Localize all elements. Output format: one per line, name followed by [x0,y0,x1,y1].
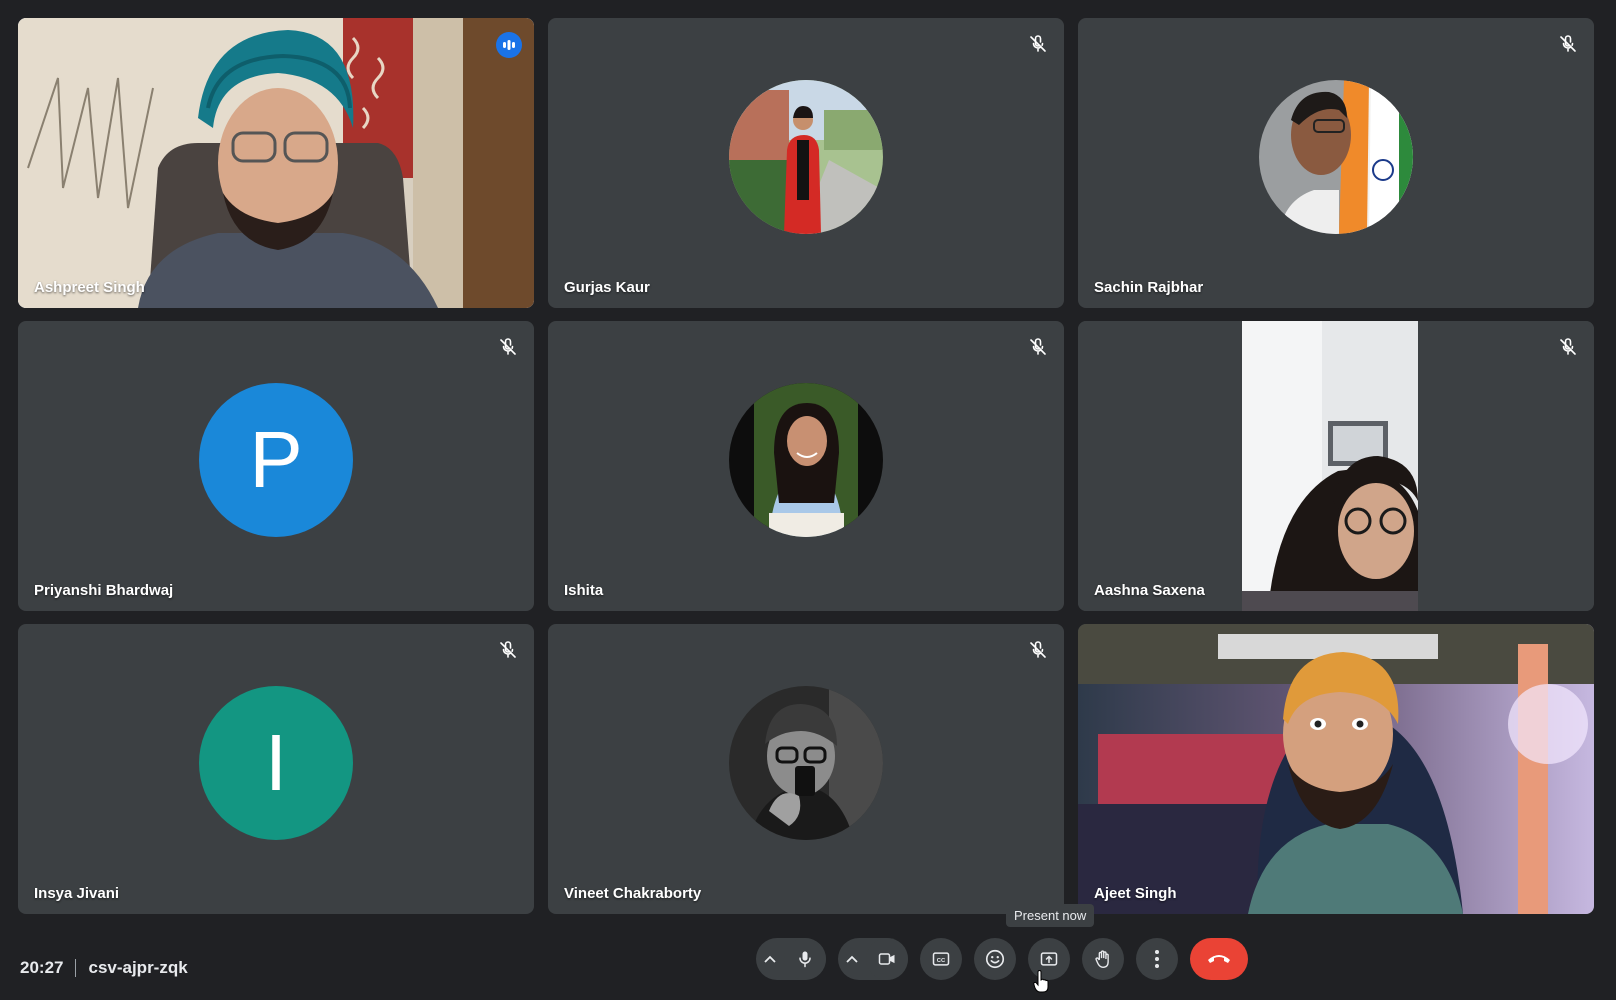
present-now-tooltip: Present now [1006,904,1095,927]
video-options-button[interactable] [838,938,866,980]
raise-hand-icon [1095,950,1109,968]
participant-tile-priyanshi-bhardwaj[interactable]: P Priyanshi Bhardwaj [18,321,534,611]
participant-name: Insya Jivani [34,885,120,902]
mic-off-icon [496,335,520,359]
profile-photo [729,383,883,537]
participant-name: Ajeet Singh [1094,885,1177,902]
meeting-code: csv-ajpr-zqk [88,958,188,977]
participant-video [18,18,534,308]
participant-tile-ashpreet-singh[interactable]: Ashpreet Singh [18,18,534,308]
participant-tile-sachin-rajbhar[interactable]: Sachin Rajbhar [1078,18,1594,308]
chevron-up-icon [764,955,776,963]
audio-control-group [756,938,826,980]
participant-video [1078,624,1594,914]
closed-captions-icon: CC [932,952,950,966]
camera-button[interactable] [866,938,908,980]
mic-icon [799,951,811,968]
mic-off-icon [1556,32,1580,56]
participant-tile-vineet-chakraborty[interactable]: Vineet Chakraborty [548,624,1064,914]
leave-call-button[interactable] [1190,938,1248,980]
video-control-group [838,938,908,980]
audio-options-button[interactable] [756,938,784,980]
raise-hand-button[interactable] [1082,938,1124,980]
call-controls: CC [756,938,1260,980]
letter-avatar: P [199,383,353,537]
participant-name: Aashna Saxena [1094,582,1205,599]
more-vert-icon [1155,950,1159,968]
present-screen-icon [1040,952,1058,966]
videocam-icon [878,953,895,965]
emoji-icon [985,949,1005,969]
profile-photo [729,80,883,234]
profile-photo [1259,80,1413,234]
captions-button[interactable]: CC [920,938,962,980]
participant-grid: Ashpreet Singh Gurjas Kaur Sachin Rajbha… [18,18,1594,914]
mouse-cursor-icon [1033,970,1049,993]
participant-name: Ashpreet Singh [34,279,145,296]
audio-level-icon [496,32,522,58]
mic-off-icon [1026,638,1050,662]
participant-name: Priyanshi Bhardwaj [34,582,174,599]
mic-off-icon [496,638,520,662]
letter-avatar: I [199,686,353,840]
mic-off-icon [1026,32,1050,56]
meeting-time: 20:27 [20,958,64,977]
participant-name: Ishita [564,582,604,599]
participant-name: Gurjas Kaur [564,279,650,296]
participant-name: Sachin Rajbhar [1094,279,1204,296]
more-options-button[interactable] [1136,938,1178,980]
call-end-icon [1208,955,1230,963]
svg-text:CC: CC [937,958,946,964]
participant-name: Vineet Chakraborty [564,885,702,902]
emoji-reactions-button[interactable] [974,938,1016,980]
participant-video [1078,321,1594,611]
participant-tile-gurjas-kaur[interactable]: Gurjas Kaur [548,18,1064,308]
mic-off-icon [1026,335,1050,359]
participant-tile-ajeet-singh[interactable]: Ajeet Singh [1078,624,1594,914]
mic-button[interactable] [784,938,826,980]
divider [75,959,77,977]
mic-off-icon [1556,335,1580,359]
participant-tile-ishita[interactable]: Ishita [548,321,1064,611]
participant-tile-aashna-saxena[interactable]: Aashna Saxena [1078,321,1594,611]
meeting-details[interactable]: 20:27 csv-ajpr-zqk [20,958,188,978]
profile-photo [729,686,883,840]
bottom-toolbar: 20:27 csv-ajpr-zqk CC [0,920,1616,1000]
participant-tile-insya-jivani[interactable]: I Insya Jivani [18,624,534,914]
chevron-up-icon [846,955,858,963]
